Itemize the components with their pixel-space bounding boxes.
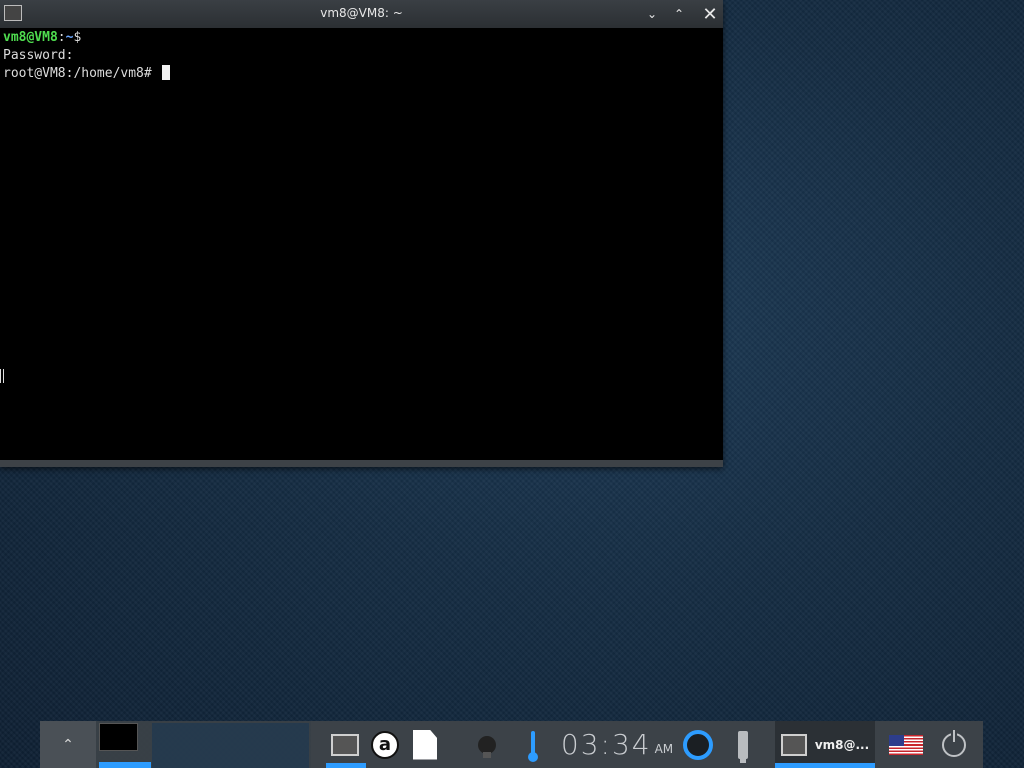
taskbar-left: ⌃	[40, 721, 311, 768]
task-button-terminal[interactable]: vm8@...	[775, 721, 875, 768]
terminal-icon	[780, 733, 807, 756]
circle-icon	[683, 729, 713, 760]
status-ring-button[interactable]	[679, 721, 717, 768]
window-title: vm8@VM8: ~	[320, 6, 403, 20]
usb-button[interactable]	[734, 721, 752, 768]
taskbar: a 03:34 AM vm8@...	[311, 721, 983, 768]
a-launcher-button[interactable]: a	[368, 721, 402, 768]
clock-ampm: AM	[654, 741, 674, 756]
power-icon	[942, 729, 966, 757]
chevron-up-icon: ⌃	[62, 736, 74, 753]
terminal-launcher-button[interactable]	[326, 721, 366, 768]
thermometer-button[interactable]	[526, 721, 540, 768]
active-indicator	[99, 762, 151, 768]
window-resize-edge[interactable]	[0, 460, 723, 467]
prompt-sep: :	[57, 30, 66, 45]
power-button[interactable]	[939, 721, 969, 768]
window-titlebar[interactable]: vm8@VM8: ~ ⌄ ⌃ ✕	[0, 0, 723, 28]
show-panel-button[interactable]: ⌃	[40, 721, 96, 768]
a-app-icon: a	[371, 730, 399, 759]
root-prompt: root@VM8:/home/vm8#	[3, 66, 160, 81]
active-indicator	[775, 763, 875, 768]
lightbulb-button[interactable]	[475, 721, 499, 768]
terminal-icon	[331, 733, 359, 756]
mouse-ibeam-cursor	[0, 369, 4, 383]
active-indicator	[326, 763, 366, 768]
keyboard-layout-button[interactable]	[887, 721, 925, 768]
document-icon	[413, 729, 437, 760]
terminal-line-password: Password:	[3, 48, 74, 63]
lightbulb-icon	[478, 735, 496, 758]
thermometer-icon	[528, 730, 538, 762]
clock-time: 03:34	[560, 728, 652, 761]
chevron-up-icon[interactable]: ⌃	[669, 4, 689, 24]
terminal-window[interactable]: vm8@VM8: ~ ⌄ ⌃ ✕ vm8@VM8:~$ Password: ro…	[0, 0, 723, 467]
workspace-pager[interactable]	[152, 723, 309, 768]
window-thumbnail[interactable]	[99, 723, 138, 751]
terminal-line-root: root@VM8:/home/vm8#	[3, 65, 720, 83]
task-label: vm8@...	[814, 737, 870, 752]
document-launcher-button[interactable]	[410, 721, 440, 768]
terminal-line-prompt: vm8@VM8:~$	[3, 29, 720, 47]
chevron-down-icon[interactable]: ⌄	[642, 4, 662, 24]
us-flag-icon	[889, 734, 923, 755]
terminal-content[interactable]: vm8@VM8:~$ Password: root@VM8:/home/vm8#	[0, 28, 723, 460]
close-icon[interactable]: ✕	[700, 4, 720, 25]
prompt-user: vm8@VM8	[3, 30, 58, 45]
usb-icon	[738, 730, 748, 763]
prompt-symbol: $	[73, 30, 82, 45]
clock[interactable]: 03:34 AM	[560, 721, 674, 768]
text-cursor	[161, 65, 170, 80]
